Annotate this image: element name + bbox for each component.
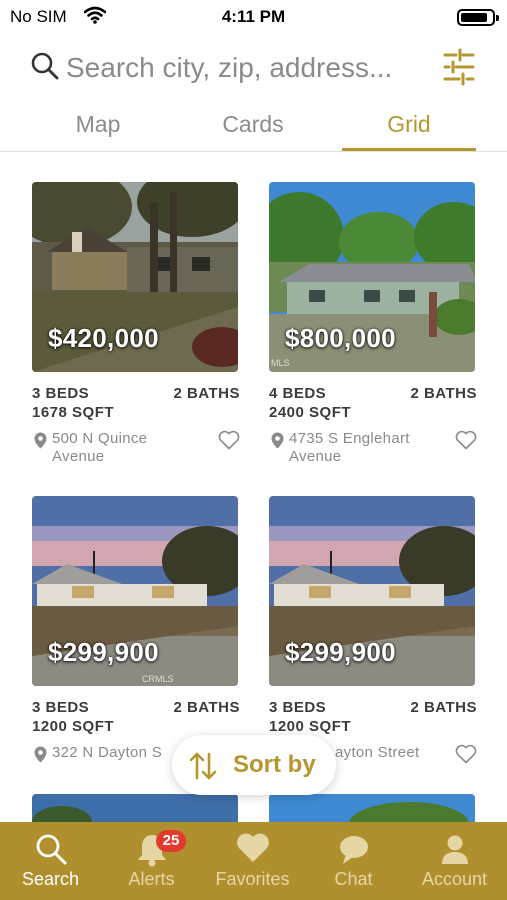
location-pin-icon [34, 432, 47, 454]
chat-bubble-icon [303, 832, 404, 868]
listing-card[interactable]: $800,000 MLS 4 BEDS 2 BATHS 2400 SQFT 47… [269, 182, 477, 470]
beds-count: 3 BEDS [32, 385, 90, 402]
status-bar: No SIM 4:11 PM [0, 0, 507, 36]
baths-count: 2 BATHS [410, 699, 477, 716]
address-text: 500 N Quince Avenue [52, 430, 148, 465]
square-footage: 1200 SQFT [32, 718, 115, 735]
heart-icon [202, 832, 303, 868]
listing-address: 500 N Quince Avenue [32, 430, 240, 470]
listing-photo[interactable]: $299,900 [269, 496, 475, 686]
listing-price: $800,000 [285, 323, 396, 353]
tab-grid[interactable]: Grid [342, 104, 476, 151]
favorite-heart-icon[interactable] [455, 430, 477, 455]
square-footage: 2400 SQFT [269, 404, 352, 421]
square-footage: 1678 SQFT [32, 404, 115, 421]
nav-favorites[interactable]: Favorites [202, 822, 303, 900]
listing-address: 4735 S Englehart Avenue [269, 430, 477, 470]
listing-specs: 4 BEDS 2 BATHS 2400 SQFT [269, 384, 477, 424]
listing-specs: 3 BEDS 2 BATHS 1678 SQFT [32, 384, 240, 424]
listing-card[interactable]: $420,000 3 BEDS 2 BATHS 1678 SQFT 500 N … [32, 182, 240, 470]
nav-chat[interactable]: Chat [303, 822, 404, 900]
listing-specs: 3 BEDS 2 BATHS 1200 SQFT [269, 698, 477, 738]
nav-alerts[interactable]: 25 Alerts [101, 822, 202, 900]
listing-photo[interactable]: $299,900 CRMLS [32, 496, 238, 686]
person-icon [404, 832, 505, 868]
square-footage: 1200 SQFT [269, 718, 352, 735]
crmls-watermark: CRMLS [142, 674, 174, 684]
view-tabs: Map Cards Grid [0, 104, 507, 152]
nav-chat-label: Chat [334, 869, 373, 889]
favorite-heart-icon[interactable] [218, 430, 240, 455]
beds-count: 4 BEDS [269, 385, 327, 402]
nav-search[interactable]: Search [0, 822, 101, 900]
location-pin-icon [34, 746, 47, 768]
listing-specs: 3 BEDS 2 BATHS 1200 SQFT [32, 698, 240, 738]
nav-account-label: Account [421, 869, 488, 889]
alerts-count-badge: 25 [156, 830, 186, 852]
listing-price: $299,900 [48, 637, 159, 667]
nav-favorites-label: Favorites [215, 869, 290, 889]
sort-by-button[interactable]: Sort by [172, 735, 336, 795]
baths-count: 2 BATHS [173, 385, 240, 402]
address-text: 4735 S Englehart Avenue [289, 430, 410, 465]
tab-cards[interactable]: Cards [186, 104, 320, 151]
filter-sliders-icon[interactable] [443, 48, 475, 91]
listing-photo[interactable]: $800,000 MLS [269, 182, 475, 372]
search-input[interactable] [66, 48, 426, 88]
baths-count: 2 BATHS [410, 385, 477, 402]
listing-photo[interactable]: $420,000 [32, 182, 238, 372]
baths-count: 2 BATHS [173, 699, 240, 716]
beds-count: 3 BEDS [32, 699, 90, 716]
battery-icon [457, 9, 499, 26]
sort-by-label: Sort by [233, 751, 316, 778]
search-bar [0, 44, 507, 92]
mls-watermark: MLS [271, 358, 290, 368]
listing-price: $299,900 [285, 637, 396, 667]
favorite-heart-icon[interactable] [455, 744, 477, 769]
listing-photo-partial[interactable] [269, 794, 475, 822]
nav-alerts-label: Alerts [128, 869, 175, 889]
nav-account[interactable]: Account [404, 822, 505, 900]
clock: 4:11 PM [221, 7, 286, 26]
listing-photo-partial[interactable] [32, 794, 238, 822]
listing-price: $420,000 [48, 323, 159, 353]
bottom-nav: Search 25 Alerts Favorites Chat Account [0, 822, 507, 900]
search-icon [30, 51, 60, 86]
tab-map[interactable]: Map [31, 104, 165, 151]
nav-search-label: Search [21, 869, 80, 889]
beds-count: 3 BEDS [269, 699, 327, 716]
location-pin-icon [271, 432, 284, 454]
search-icon [0, 832, 101, 868]
sort-arrows-icon [188, 751, 218, 786]
listing-grid: $420,000 3 BEDS 2 BATHS 1678 SQFT 500 N … [0, 182, 507, 822]
bell-icon [101, 832, 202, 868]
